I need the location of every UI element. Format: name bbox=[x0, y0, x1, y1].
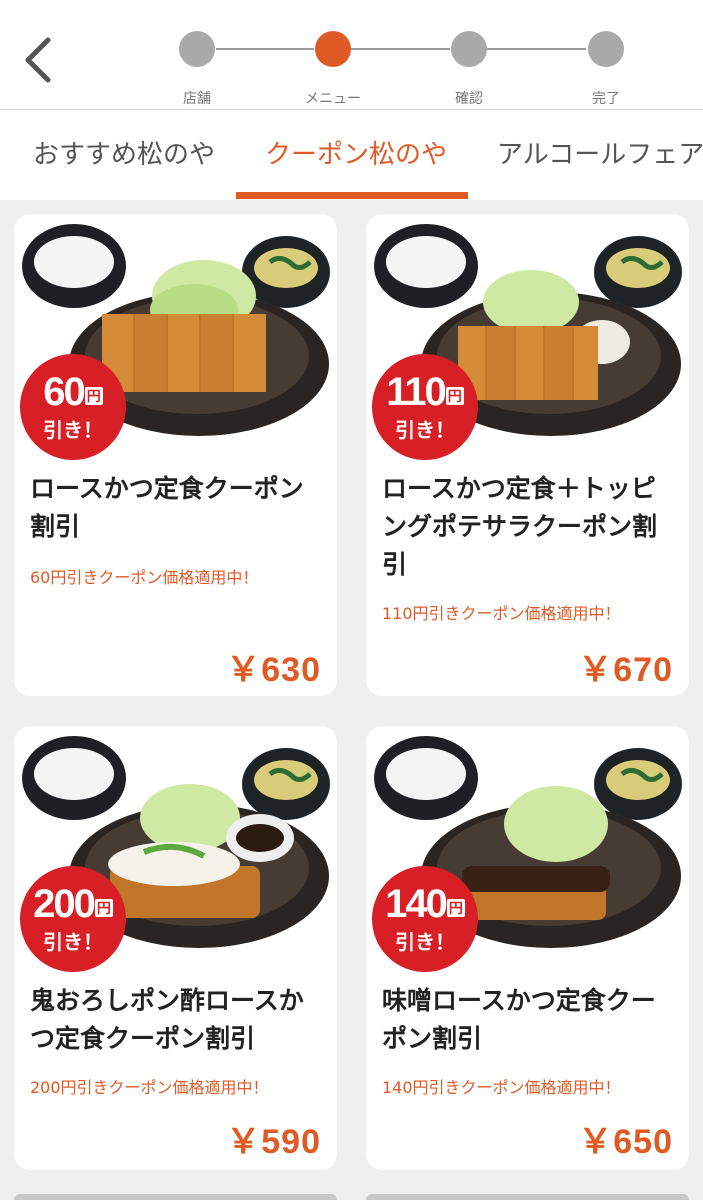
tab-coupon[interactable]: クーポン松のや bbox=[265, 134, 447, 171]
discount-off-label: 引き！ bbox=[395, 930, 455, 954]
step-dot-store bbox=[179, 31, 215, 67]
tab-recommended[interactable]: おすすめ松のや bbox=[33, 134, 215, 171]
menu-card[interactable]: 140 円 引き！ 味噌ロースかつ定食クーポン割引 140円引きクーポン価格適用中… bbox=[366, 726, 689, 1170]
step-label-store: 店舗 bbox=[183, 91, 211, 107]
item-name: ロースかつ定食＋トッピングポテサラクーポン割引 bbox=[382, 474, 658, 579]
discount-off-label: 引き！ bbox=[43, 418, 103, 442]
discount-yen: 円 bbox=[94, 899, 113, 917]
step-label-confirm: 確認 bbox=[455, 91, 483, 107]
active-tab-indicator bbox=[236, 192, 468, 199]
discount-yen: 円 bbox=[446, 899, 465, 917]
menu-card[interactable]: 110 円 引き！ ロースかつ定食＋トッピングポテサラクーポン割引 110円引きク… bbox=[366, 214, 689, 696]
discount-amount: 140 bbox=[385, 882, 448, 926]
discount-off-label: 引き！ bbox=[395, 418, 455, 442]
coupon-note: 110円引きクーポン価格適用中！ bbox=[382, 604, 621, 623]
discount-badge: 60 円 引き！ bbox=[20, 354, 126, 460]
discount-yen: 円 bbox=[445, 387, 464, 405]
coupon-note: 140円引きクーポン価格適用中！ bbox=[382, 1078, 621, 1097]
next-card-edge bbox=[366, 1194, 689, 1200]
header: 店舗 メニュー 確認 完了 bbox=[0, 0, 703, 110]
discount-amount: 60 bbox=[43, 370, 85, 414]
discount-badge: 200 円 引き！ bbox=[20, 866, 126, 972]
discount-amount: 200 bbox=[33, 882, 96, 926]
item-price: ￥590 bbox=[226, 1123, 321, 1161]
step-label-complete: 完了 bbox=[592, 91, 620, 107]
step-connector bbox=[487, 48, 586, 50]
next-card-edge bbox=[14, 1194, 337, 1200]
step-connector bbox=[351, 48, 450, 50]
back-button[interactable] bbox=[18, 32, 62, 88]
discount-off-label: 引き！ bbox=[43, 930, 103, 954]
chevron-left-icon bbox=[25, 37, 51, 83]
step-dot-complete bbox=[588, 31, 624, 67]
step-label-menu: メニュー bbox=[305, 91, 361, 107]
menu-card[interactable]: 200 円 引き！ 鬼おろしポン酢ロースかつ定食クーポン割引 200円引きクーポン… bbox=[14, 726, 337, 1170]
category-tabs: おすすめ松のや クーポン松のや アルコールフェア bbox=[0, 110, 703, 200]
item-name: ロースかつ定食クーポン割引 bbox=[30, 474, 304, 541]
item-price: ￥670 bbox=[578, 651, 673, 689]
coupon-note: 60円引きクーポン価格適用中！ bbox=[30, 568, 259, 587]
step-dot-confirm bbox=[451, 31, 487, 67]
coupon-note: 200円引きクーポン価格適用中！ bbox=[30, 1078, 269, 1097]
step-connector bbox=[216, 48, 314, 50]
step-dot-menu bbox=[315, 31, 351, 67]
item-name: 味噌ロースかつ定食クーポン割引 bbox=[382, 986, 656, 1053]
discount-badge: 140 円 引き！ bbox=[372, 866, 478, 972]
discount-amount: 110 bbox=[386, 370, 447, 414]
item-name: 鬼おろしポン酢ロースかつ定食クーポン割引 bbox=[30, 986, 304, 1053]
discount-badge: 110 円 引き！ bbox=[372, 354, 478, 460]
item-price: ￥650 bbox=[578, 1123, 673, 1161]
tab-alcohol-fair[interactable]: アルコールフェア bbox=[497, 134, 703, 171]
menu-card[interactable]: 60 円 引き！ ロースかつ定食クーポン割引 60円引きクーポン価格適用中！ ￥6… bbox=[14, 214, 337, 696]
item-price: ￥630 bbox=[226, 651, 321, 689]
discount-yen: 円 bbox=[84, 387, 103, 405]
